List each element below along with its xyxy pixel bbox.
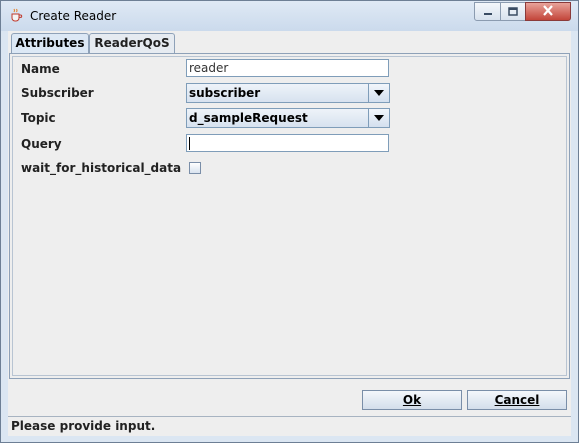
ok-button[interactable]: Ok [362,390,462,410]
name-label: Name [21,62,60,76]
attributes-panel-inner: Name reader Subscriber subscriber Topic … [12,56,567,376]
cancel-button[interactable]: Cancel [467,390,567,410]
status-bar: Please provide input. [8,416,571,436]
maximize-icon [508,5,518,19]
status-message: Please provide input. [11,419,156,433]
topic-dropdown[interactable]: d_sampleRequest [186,108,390,128]
wait-for-historical-data-label: wait_for_historical_data [21,161,182,175]
wait-for-historical-data-checkbox[interactable] [189,162,201,174]
close-icon [542,4,554,19]
attributes-panel: Name reader Subscriber subscriber Topic … [9,53,570,379]
maximize-button[interactable] [500,2,526,21]
query-label: Query [21,137,62,151]
subscriber-label: Subscriber [21,86,94,100]
minimize-icon [483,5,493,19]
tab-readerqos[interactable]: ReaderQoS [89,33,175,53]
query-field[interactable] [186,134,389,152]
title-bar[interactable]: Create Reader [1,1,578,31]
window-title: Create Reader [30,9,117,23]
tab-attributes[interactable]: Attributes [11,33,89,53]
topic-value: d_sampleRequest [189,111,308,125]
subscriber-dropdown[interactable]: subscriber [186,83,390,103]
topic-label: Topic [21,111,56,125]
chevron-down-icon[interactable] [368,84,389,102]
java-cup-icon [9,8,23,22]
name-field[interactable]: reader [186,59,389,77]
minimize-button[interactable] [474,2,501,21]
dialog-content: Attributes ReaderQoS Name reader Subscri… [8,31,571,436]
chevron-down-icon[interactable] [368,109,389,127]
subscriber-value: subscriber [189,86,261,100]
close-button[interactable] [525,2,571,21]
text-cursor [189,137,190,150]
create-reader-dialog: Create Reader Attributes ReaderQoS Name … [0,0,579,443]
